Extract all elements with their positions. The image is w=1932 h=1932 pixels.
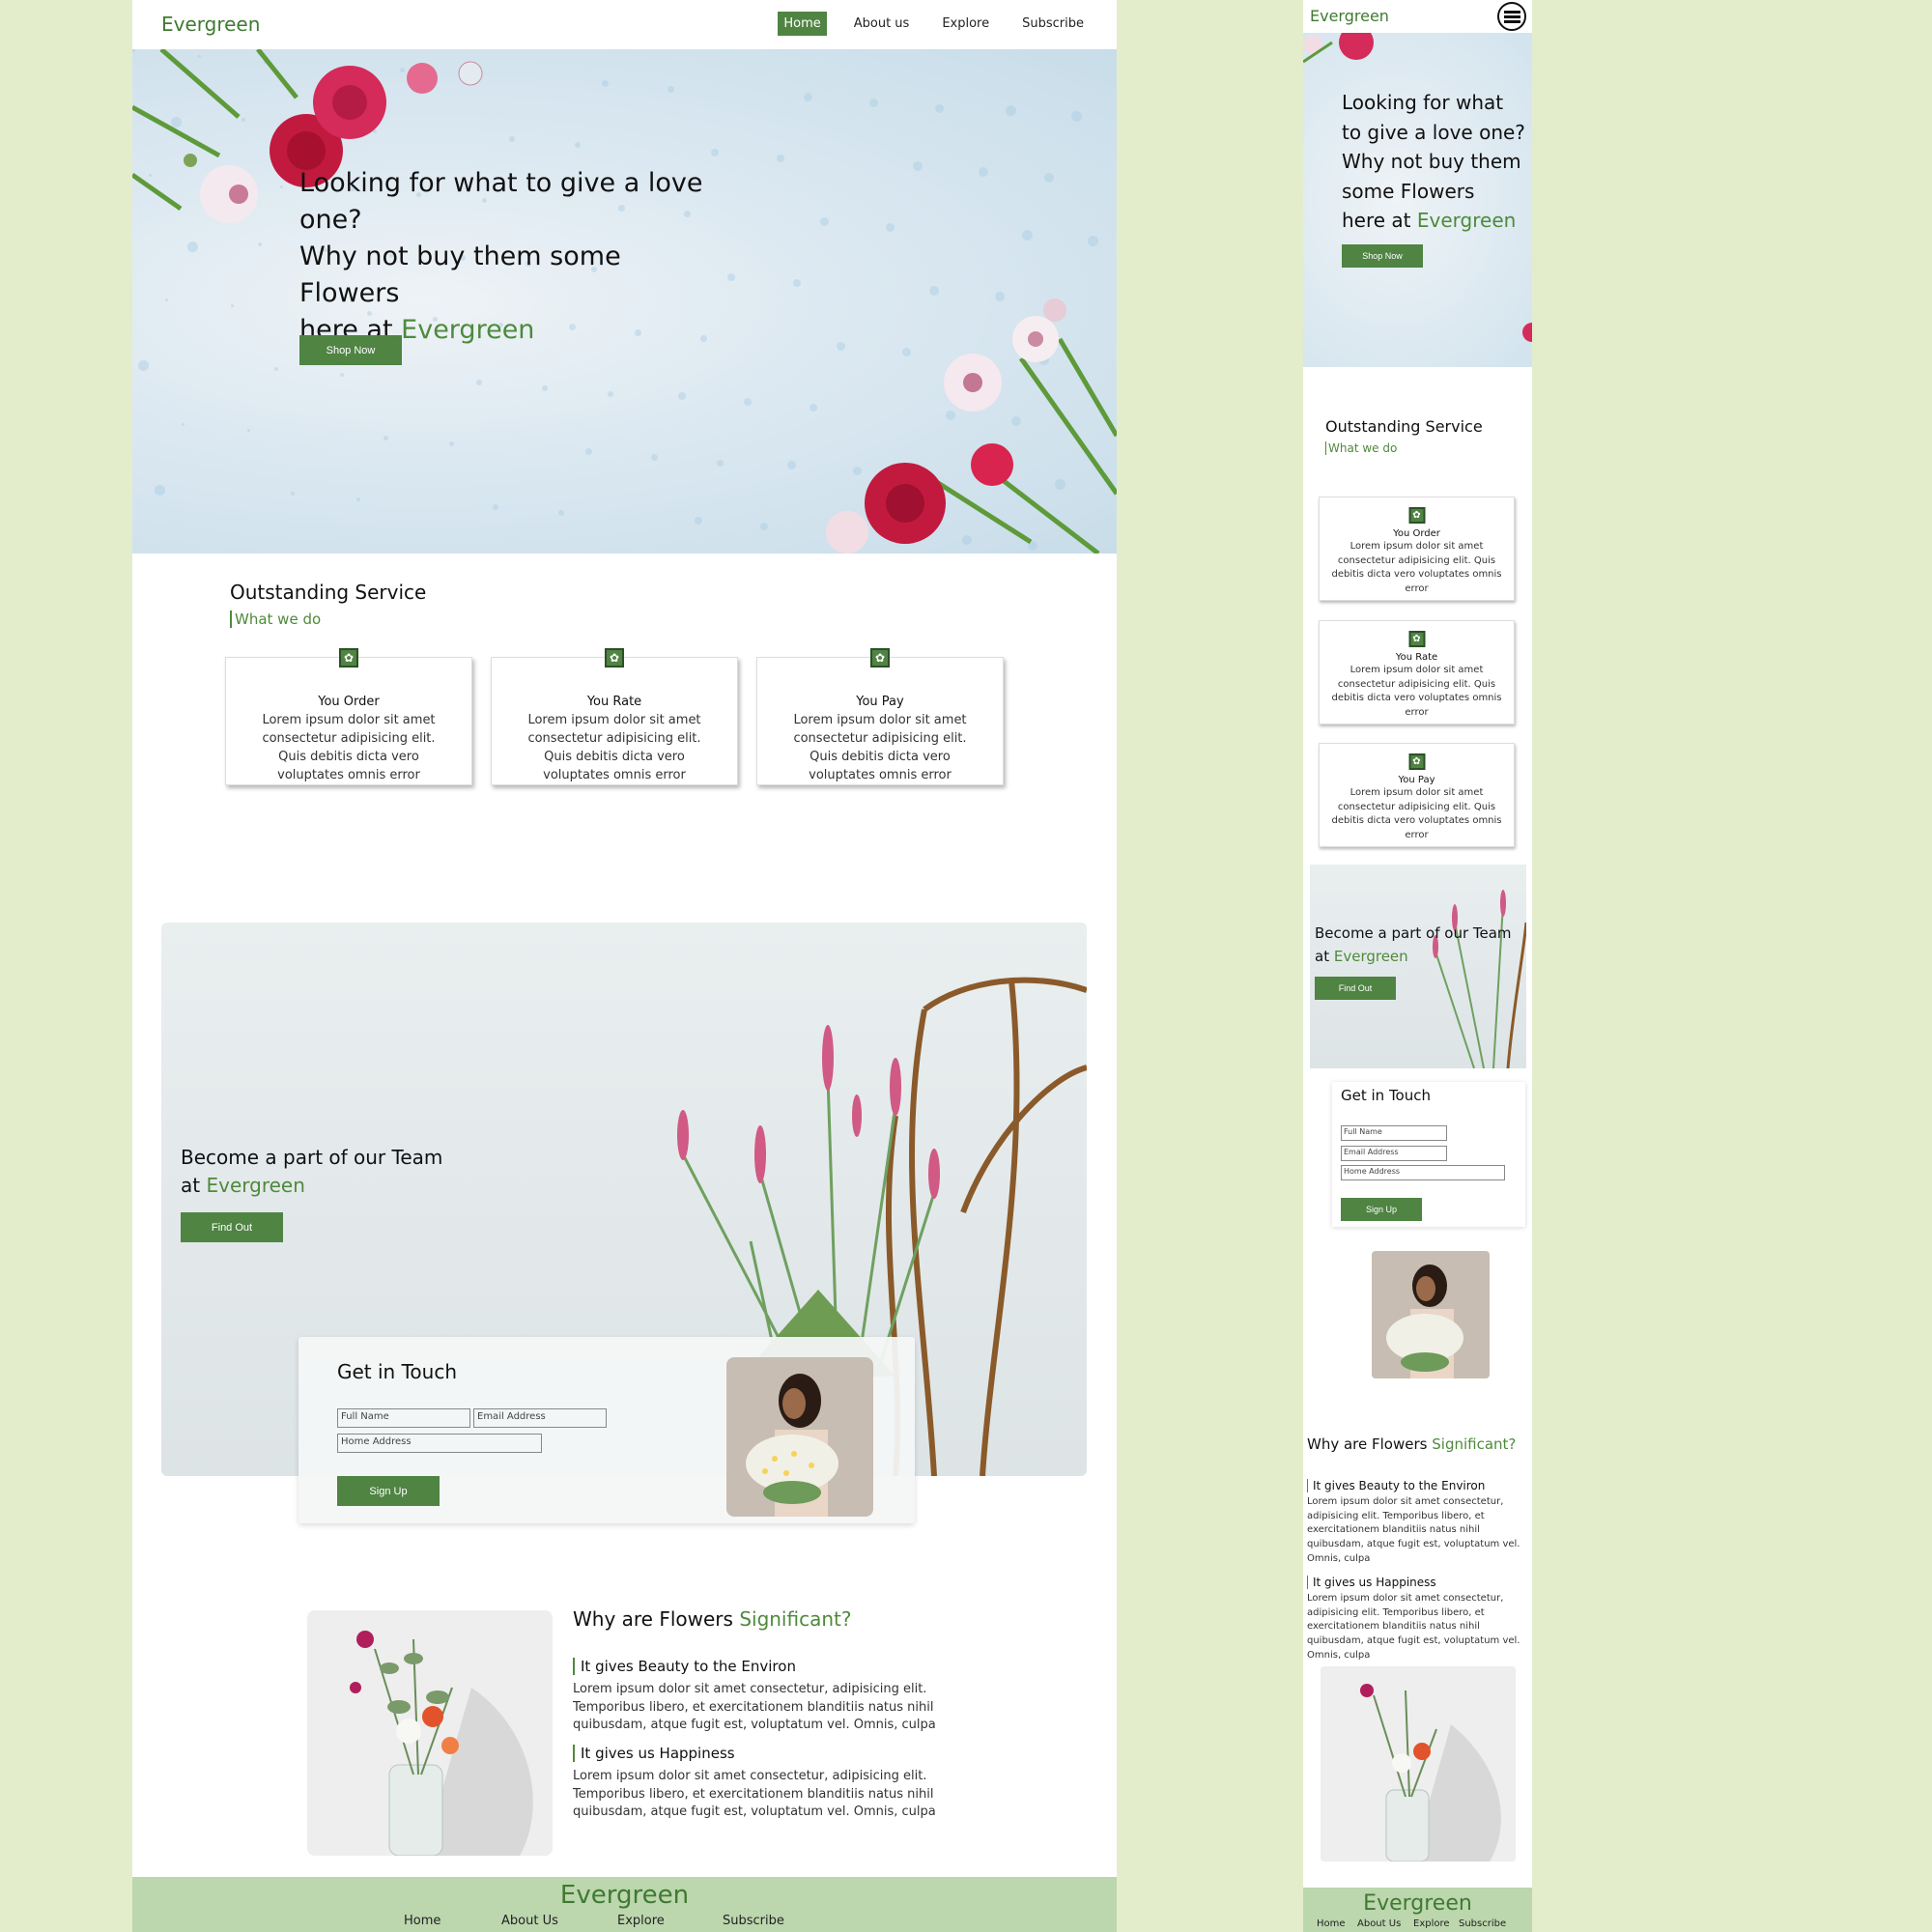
flower-icon: ✿ xyxy=(1408,631,1425,647)
mobile-why-point-beauty-title: It gives Beauty to the Environ xyxy=(1307,1479,1485,1492)
flower-icon: ✿ xyxy=(870,648,890,668)
full-name-input[interactable]: Full Name xyxy=(337,1408,470,1428)
find-out-button[interactable]: Find Out xyxy=(181,1212,283,1242)
mobile-footer: Evergreen Home About Us Explore Subscrib… xyxy=(1303,1888,1532,1932)
mobile-shop-now-button[interactable]: Shop Now xyxy=(1342,244,1423,268)
flower-icon: ✿ xyxy=(605,648,624,668)
footer-link-home[interactable]: Home xyxy=(404,1914,440,1928)
mobile-why-title: Why are Flowers Significant? xyxy=(1307,1435,1517,1453)
why-point-happiness-title: It gives us Happiness xyxy=(573,1745,735,1762)
mobile-contact-title: Get in Touch xyxy=(1341,1087,1431,1104)
mobile-hero-section: Looking for what to give a love one? Why… xyxy=(1303,33,1532,367)
footer: Evergreen Home About Us Explore Subscrib… xyxy=(132,1877,1117,1932)
mobile-team-headline: Become a part of our Team at Evergreen xyxy=(1315,924,1512,965)
hamburger-menu-icon[interactable] xyxy=(1497,2,1526,31)
email-input[interactable]: Email Address xyxy=(473,1408,607,1428)
mobile-why-point-happiness-title: It gives us Happiness xyxy=(1307,1576,1436,1589)
footer-link-explore[interactable]: Explore xyxy=(617,1914,665,1928)
nav-links: Home About us Explore Subscribe xyxy=(756,12,1090,36)
mobile-service-card-rate: ✿ You Rate Lorem ipsum dolor sit amet co… xyxy=(1319,620,1515,724)
mobile-service-card-pay: ✿ You Pay Lorem ipsum dolor sit amet con… xyxy=(1319,743,1515,847)
mobile-brand-logo[interactable]: Evergreen xyxy=(1310,7,1389,25)
mobile-footer-link-about[interactable]: About Us xyxy=(1357,1918,1401,1929)
hero-headline: Looking for what to give a love one? Why… xyxy=(299,168,703,345)
mobile-email-input[interactable]: Email Address xyxy=(1341,1146,1447,1161)
flower-icon: ✿ xyxy=(1408,753,1425,770)
flower-vase-image xyxy=(307,1610,553,1856)
service-card-pay: ✿ You Pay Lorem ipsum dolor sit amet con… xyxy=(756,648,1004,785)
mobile-page: Evergreen Looking for what to give a lov… xyxy=(1303,0,1532,1932)
mobile-footer-link-home[interactable]: Home xyxy=(1317,1918,1346,1929)
mobile-woman-with-flowers-image xyxy=(1372,1251,1490,1378)
contact-title: Get in Touch xyxy=(337,1360,457,1383)
team-headline: Become a part of our Team at Evergreen xyxy=(181,1146,443,1197)
home-address-input[interactable]: Home Address xyxy=(337,1434,542,1453)
mobile-footer-link-explore[interactable]: Explore xyxy=(1413,1918,1450,1929)
flower-icon: ✿ xyxy=(1408,507,1425,524)
service-card-order: ✿ You Order Lorem ipsum dolor sit amet c… xyxy=(225,648,472,785)
brand-logo[interactable]: Evergreen xyxy=(161,13,260,36)
why-point-happiness-body: Lorem ipsum dolor sit amet consectetur, … xyxy=(573,1769,936,1819)
why-point-beauty-body: Lorem ipsum dolor sit amet consectetur, … xyxy=(573,1682,936,1732)
mobile-team-banner: Become a part of our Team at Evergreen F… xyxy=(1310,865,1526,1068)
mobile-find-out-button[interactable]: Find Out xyxy=(1315,977,1396,1000)
service-subtitle: What we do xyxy=(230,611,321,628)
why-title: Why are Flowers Significant? xyxy=(573,1607,852,1631)
mobile-home-address-input[interactable]: Home Address xyxy=(1341,1165,1505,1180)
shop-now-button[interactable]: Shop Now xyxy=(299,335,402,365)
footer-logo[interactable]: Evergreen xyxy=(132,1881,1117,1910)
desktop-page: Evergreen Home About us Explore Subscrib… xyxy=(132,0,1117,1932)
footer-link-subscribe[interactable]: Subscribe xyxy=(723,1914,784,1928)
why-point-beauty-title: It gives Beauty to the Environ xyxy=(573,1658,796,1675)
sign-up-button[interactable]: Sign Up xyxy=(337,1476,440,1506)
footer-link-about[interactable]: About Us xyxy=(501,1914,558,1928)
mobile-hero-headline: Looking for what to give a love one? Why… xyxy=(1342,91,1525,232)
hero-section: Looking for what to give a love one? Why… xyxy=(132,49,1117,554)
mobile-sign-up-button[interactable]: Sign Up xyxy=(1341,1198,1422,1221)
nav-home[interactable]: Home xyxy=(778,12,827,36)
navbar: Evergreen Home About us Explore Subscrib… xyxy=(132,0,1117,49)
mobile-flower-vase-image xyxy=(1321,1666,1516,1861)
mobile-service-subtitle: What we do xyxy=(1325,441,1397,455)
hero-brand: Evergreen xyxy=(401,315,535,345)
nav-subscribe[interactable]: Subscribe xyxy=(1016,12,1090,36)
flower-icon: ✿ xyxy=(339,648,358,668)
mobile-navbar: Evergreen xyxy=(1303,0,1532,33)
mobile-service-card-order: ✿ You Order Lorem ipsum dolor sit amet c… xyxy=(1319,497,1515,601)
service-title: Outstanding Service xyxy=(230,581,427,604)
mobile-full-name-input[interactable]: Full Name xyxy=(1341,1125,1447,1141)
mobile-why-point-beauty-body: Lorem ipsum dolor sit amet consectetur, … xyxy=(1307,1496,1520,1564)
mobile-contact-card: Get in Touch Full Name Email Address Hom… xyxy=(1332,1082,1525,1227)
nav-about[interactable]: About us xyxy=(848,12,916,36)
woman-with-flowers-image xyxy=(726,1357,873,1517)
mobile-footer-link-subscribe[interactable]: Subscribe xyxy=(1459,1918,1506,1929)
nav-explore[interactable]: Explore xyxy=(936,12,995,36)
mobile-service-title: Outstanding Service xyxy=(1325,417,1483,436)
service-card-rate: ✿ You Rate Lorem ipsum dolor sit amet co… xyxy=(491,648,738,785)
mobile-footer-logo[interactable]: Evergreen xyxy=(1303,1891,1532,1916)
mobile-why-point-happiness-body: Lorem ipsum dolor sit amet consectetur, … xyxy=(1307,1593,1520,1661)
